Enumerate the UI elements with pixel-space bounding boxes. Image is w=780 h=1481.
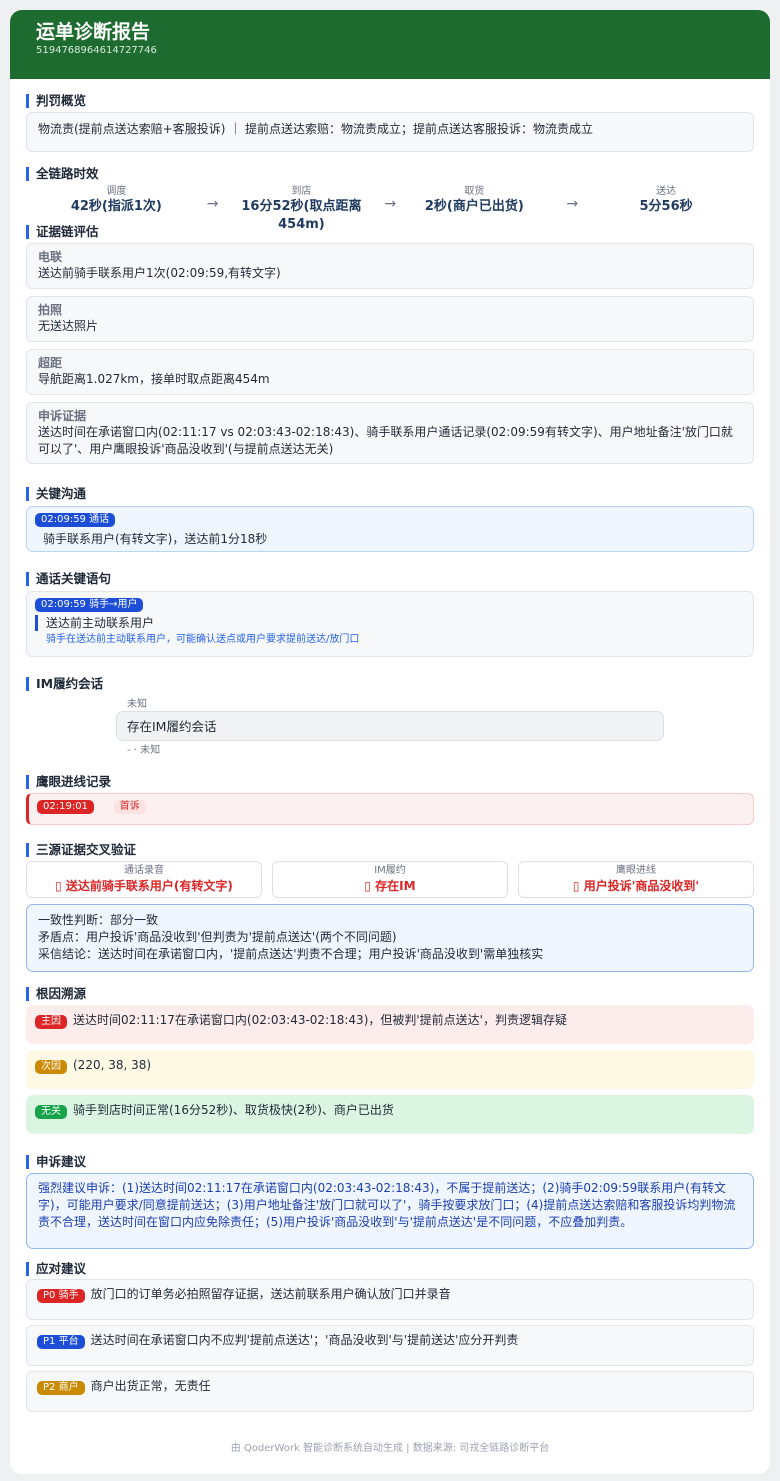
section-title-cross: 三源证据交叉验证 — [26, 842, 754, 858]
action-text: 放门口的订单务必拍照留存证据，送达前联系用户确认放门口并录音 — [90, 1287, 451, 1301]
order-id: 5194768964614727746 — [36, 45, 157, 56]
source-label: 通话录音 — [124, 865, 164, 876]
im-session: 未知 存在IM履约会话 - · 未知 — [26, 696, 754, 768]
section-title-im: IM履约会话 — [26, 676, 754, 692]
evidence-title: 超距 — [38, 356, 63, 370]
root-tag: 次因 — [35, 1060, 67, 1074]
action-text: 商户出货正常，无责任 — [90, 1379, 211, 1393]
step-value: 2秒(商户已出货) — [424, 199, 524, 214]
source-label: 鹰眼进线 — [616, 865, 656, 876]
appeal-suggestion: 强烈建议申诉：(1)送达时间02:11:17在承诺窗口内(02:03:43-02… — [26, 1173, 754, 1249]
evidence-desc: 送达前骑手联系用户1次(02:09:59,有转文字) — [38, 266, 281, 280]
step-value: 5分56秒 — [639, 199, 693, 214]
section-title-timeline: 全链路时效 — [26, 166, 754, 182]
consistency-line: 一致性判断：部分一致 — [38, 913, 159, 927]
comm-tag: 02:09:59 通话 — [35, 513, 116, 527]
timeline: 调度 42秒(指派1次) → 到店 16分52秒(取点距离454m) → 取货 … — [26, 186, 754, 232]
root-cause-unrelated: 无关 骑手到店时间正常(16分52秒)、取货极快(2秒)、商户已出货 — [26, 1095, 754, 1134]
evidence-desc: 导航距离1.027km，接单时取点距离454m — [38, 372, 270, 386]
source-im: IM履约 ▯ 存在IM — [272, 861, 508, 898]
section-title-eagle: 鹰眼进线记录 — [26, 774, 754, 790]
section-title-actions: 应对建议 — [26, 1261, 754, 1277]
arrow-icon: → — [566, 196, 579, 212]
action-platform: P1 平台 送达时间在承诺窗口内不应判'提前点送达'；'商品没收到'与'提前送达'… — [26, 1325, 754, 1366]
source-value: ▯ 用户投诉'商品没收到' — [572, 879, 700, 893]
section-title-quotes: 通话关键语句 — [26, 571, 754, 587]
timeline-step-pickup: 取货 2秒(商户已出货) — [396, 186, 552, 216]
source-value: ▯ 送达前骑手联系用户(有转文字) — [55, 879, 233, 893]
evidence-photo: 拍照 无送达照片 — [26, 296, 754, 342]
timeline-step-deliver: 送达 5分56秒 — [578, 186, 754, 216]
im-sender: 未知 — [127, 699, 147, 710]
comm-text: 骑手联系用户(有转文字)，送达前1分18秒 — [43, 532, 268, 546]
conclusion-line: 采信结论：送达时间在承诺窗口内，'提前点送达'判责不合理；用户投诉'商品没收到'… — [38, 947, 544, 961]
evidence-call: 电联 送达前骑手联系用户1次(02:09:59,有转文字) — [26, 243, 754, 289]
comm-card: 02:09:59 通话 骑手联系用户(有转文字)，送达前1分18秒 — [26, 506, 754, 552]
root-text: 送达时间02:11:17在承诺窗口内(02:03:43-02:18:43)，但被… — [73, 1013, 567, 1027]
quote-card: 02:09:59 骑手→用户 送达前主动联系用户 骑手在送达前主动联系用户，可能… — [26, 591, 754, 657]
root-text: 骑手到店时间正常(16分52秒)、取货极快(2秒)、商户已出货 — [73, 1103, 394, 1117]
eagle-record: 02:19:01 首诉 — [26, 793, 754, 825]
root-text: (220, 38, 38) — [73, 1058, 152, 1072]
step-label: 到店 — [291, 186, 312, 197]
action-tag: P0 骑手 — [37, 1289, 85, 1303]
cross-sources: 通话录音 ▯ 送达前骑手联系用户(有转文字) IM履约 ▯ 存在IM 鹰眼进线 … — [26, 861, 754, 898]
root-tag: 无关 — [35, 1105, 67, 1119]
evidence-title: 电联 — [38, 250, 63, 264]
action-merchant: P2 商户 商户出货正常，无责任 — [26, 1371, 754, 1412]
action-tag: P1 平台 — [37, 1335, 85, 1349]
report-page: 运单诊断报告 5194768964614727746 判罚概览 物流责(提前点送… — [10, 10, 770, 1474]
section-title-penalty: 判罚概览 — [26, 93, 754, 109]
quote-note: 骑手在送达前主动联系用户，可能确认送点或用户要求提前送达/放门口 — [46, 634, 360, 645]
evidence-desc: 送达时间在承诺窗口内(02:11:17 vs 02:03:43-02:18:43… — [38, 425, 733, 456]
step-label: 取货 — [464, 186, 485, 197]
evidence-title: 拍照 — [38, 303, 63, 317]
quote-tag: 02:09:59 骑手→用户 — [35, 598, 144, 612]
im-message-bubble: 存在IM履约会话 — [116, 711, 664, 741]
conflict-line: 矛盾点：用户投诉'商品没收到'但判责为'提前点送达'(两个不同问题) — [38, 930, 397, 944]
source-call: 通话录音 ▯ 送达前骑手联系用户(有转文字) — [26, 861, 262, 898]
cross-judgement: 一致性判断：部分一致 矛盾点：用户投诉'商品没收到'但判责为'提前点送达'(两个… — [26, 904, 754, 972]
action-text: 送达时间在承诺窗口内不应判'提前点送达'；'商品没收到'与'提前送达'应分开判责 — [90, 1333, 519, 1347]
step-value: 42秒(指派1次) — [70, 199, 162, 214]
evidence-title: 申诉证据 — [38, 409, 87, 423]
evidence-appeal: 申诉证据 送达时间在承诺窗口内(02:11:17 vs 02:03:43-02:… — [26, 402, 754, 464]
section-title-evidence: 证据链评估 — [26, 224, 754, 240]
source-label: IM履约 — [374, 865, 406, 876]
section-title-comm: 关键沟通 — [26, 486, 754, 502]
evidence-distance: 超距 导航距离1.027km，接单时取点距离454m — [26, 349, 754, 395]
root-tag: 主因 — [35, 1015, 67, 1029]
action-tag: P2 商户 — [37, 1381, 85, 1395]
source-eagle: 鹰眼进线 ▯ 用户投诉'商品没收到' — [518, 861, 754, 898]
step-label: 调度 — [106, 186, 127, 197]
section-title-root: 根因溯源 — [26, 986, 754, 1002]
action-rider: P0 骑手 放门口的订单务必拍照留存证据，送达前联系用户确认放门口并录音 — [26, 1279, 754, 1320]
report-header: 运单诊断报告 5194768964614727746 — [10, 10, 770, 79]
quote-text: 送达前主动联系用户 — [46, 616, 155, 630]
root-cause-primary: 主因 送达时间02:11:17在承诺窗口内(02:03:43-02:18:43)，… — [26, 1005, 754, 1044]
eagle-time: 02:19:01 — [37, 800, 94, 814]
penalty-overview: 物流责(提前点送达索赔+客服投诉) ｜ 提前点送达索赔：物流责成立；提前点送达客… — [26, 112, 754, 152]
im-meta: - · 未知 — [127, 745, 161, 756]
timeline-step-dispatch: 调度 42秒(指派1次) — [26, 186, 207, 216]
arrow-icon: → — [206, 196, 219, 212]
arrow-icon: → — [384, 196, 397, 212]
step-label: 送达 — [656, 186, 677, 197]
section-title-appeal: 申诉建议 — [26, 1154, 754, 1170]
quote-body: 送达前主动联系用户 — [35, 615, 745, 631]
eagle-type: 首诉 — [113, 800, 146, 814]
footer: 由 QoderWork 智能诊断系统自动生成 | 数据来源: 司戎全链路诊断平台 — [230, 1443, 550, 1454]
source-value: ▯ 存在IM — [364, 879, 416, 893]
page-title: 运单诊断报告 — [36, 21, 151, 43]
evidence-desc: 无送达照片 — [38, 319, 99, 333]
root-cause-secondary: 次因 (220, 38, 38) — [26, 1050, 754, 1089]
